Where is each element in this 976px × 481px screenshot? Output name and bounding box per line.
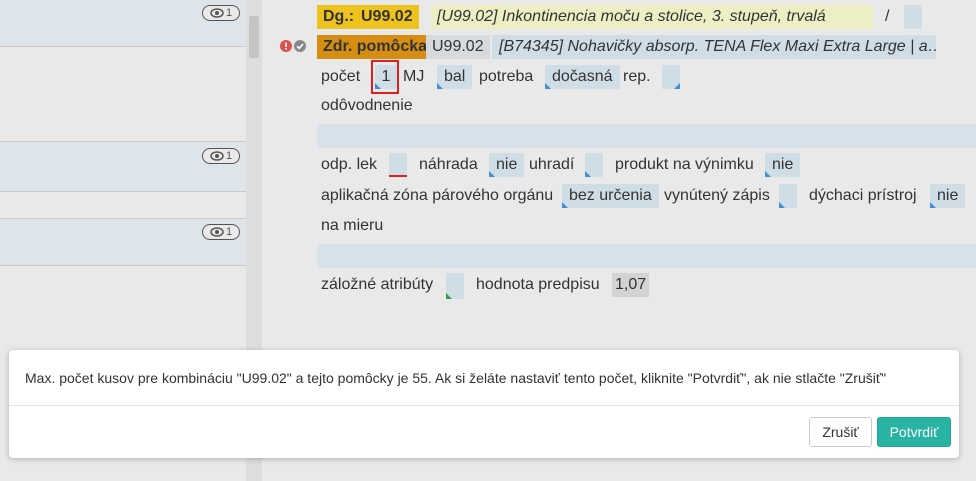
pays-field[interactable] [585, 153, 603, 177]
slash-separator: / [885, 8, 890, 25]
need-value[interactable]: dočasná [545, 65, 620, 89]
eye-icon [210, 151, 224, 161]
confirm-button[interactable]: Potvrdiť [877, 417, 951, 447]
replacement-label: náhrada [419, 156, 478, 173]
scrollbar-thumb[interactable] [249, 16, 259, 58]
error-icon [280, 40, 292, 52]
eye-icon [210, 227, 224, 237]
breathing-label: dýchaci prístroj [809, 187, 917, 204]
need-label: potreba [479, 68, 534, 85]
backup-label: záložné atribúty [321, 276, 434, 293]
aid-code[interactable]: U99.02 [426, 35, 490, 59]
rep-label: rep. [623, 68, 651, 85]
check-icon [294, 40, 306, 52]
justification-label: odôvodnenie [321, 97, 413, 114]
list-item[interactable]: 1 [0, 141, 246, 192]
visibility-badge[interactable]: 1 [202, 5, 240, 21]
diagnosis-text[interactable]: [U99.02] Inkontinencia moču a stolice, 3… [431, 5, 873, 29]
visibility-count: 1 [225, 7, 233, 19]
eye-icon [210, 8, 224, 18]
rx-value: 1,07 [612, 273, 650, 297]
zone-value[interactable]: bez určenia [562, 184, 659, 208]
forced-label: vynútený zápis [664, 187, 770, 204]
count-label: počet [321, 68, 361, 85]
dialog-divider [9, 405, 959, 406]
drug-field[interactable] [389, 153, 407, 177]
dg-code[interactable]: U99.02 [355, 5, 419, 29]
secondary-diagnosis-field[interactable] [904, 5, 922, 29]
custom-field[interactable] [317, 244, 976, 268]
custom-label: na mieru [321, 217, 384, 234]
aid-text[interactable]: [B74345] Nohavičky absorp. TENA Flex Max… [492, 35, 936, 59]
backup-field[interactable] [446, 273, 464, 299]
pays-label: uhradí [529, 156, 575, 173]
dg-label: Dg.: [317, 5, 361, 29]
visibility-badge[interactable]: 1 [202, 148, 240, 164]
list-item[interactable]: 1 [0, 0, 246, 47]
exception-label: produkt na výnimku [615, 156, 754, 173]
zone-label: aplikačná zóna párového orgánu [321, 187, 554, 204]
rep-field[interactable] [662, 65, 680, 89]
list-item[interactable]: 1 [0, 218, 246, 266]
forced-field[interactable] [779, 184, 797, 208]
exception-value[interactable]: nie [765, 153, 801, 177]
breathing-value[interactable]: nie [930, 184, 966, 208]
justification-field[interactable] [317, 124, 976, 148]
rx-value-label: hodnota predpisu [476, 276, 600, 293]
cancel-button[interactable]: Zrušiť [809, 417, 872, 447]
visibility-count: 1 [225, 150, 233, 162]
replacement-value[interactable]: nie [489, 153, 525, 177]
confirm-dialog: Max. počet kusov pre kombináciu "U99.02"… [9, 350, 959, 458]
unit-label: MJ [403, 68, 425, 85]
visibility-badge[interactable]: 1 [202, 224, 240, 240]
visibility-count: 1 [225, 226, 233, 238]
dialog-message: Max. počet kusov pre kombináciu "U99.02"… [25, 370, 887, 386]
unit-value[interactable]: bal [437, 65, 473, 89]
count-input[interactable]: 1 [375, 65, 397, 89]
drug-label: odp. lek [321, 156, 378, 173]
aid-label: Zdr. pomôcka: [317, 35, 439, 59]
